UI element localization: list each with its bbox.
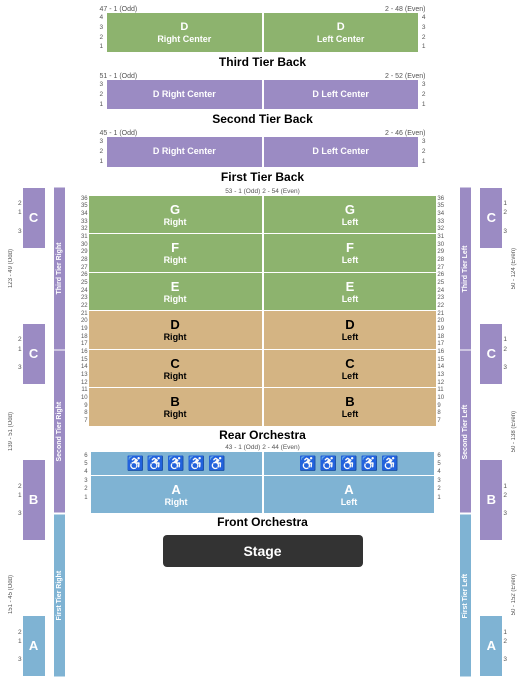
left-section-b[interactable]: B: [23, 460, 45, 540]
third-tier-right-center[interactable]: D Right Center: [107, 13, 261, 52]
center-right-row-nums: 3635343332 3130292827 2625242322 2120191…: [436, 196, 450, 426]
seating-map: 47 - 1 (Odd) 2 - 48 (Even) 4321 D Right …: [0, 0, 525, 680]
left-b-row-nums: 21 3: [18, 482, 22, 518]
third-tier-odd-even: 47 - 1 (Odd) 2 - 48 (Even): [98, 6, 428, 13]
wheelchair-icon-10: ♿: [381, 455, 398, 472]
right-center-label: Right Center: [157, 34, 211, 46]
third-tier-back-label: Third Tier Back: [219, 55, 306, 69]
front-right-row-nums: 654321: [436, 452, 450, 513]
first-tier-d-right-center[interactable]: D Right Center: [107, 137, 261, 166]
section-e-left[interactable]: ELeft: [264, 273, 437, 311]
wheelchair-icon-7: ♿: [320, 455, 337, 472]
section-a-left[interactable]: ALeft: [264, 476, 435, 513]
second-tier-right-label: Second Tier Right: [54, 351, 65, 513]
front-orchestra-label: Front Orchestra: [217, 515, 308, 529]
first-tier-back-label: First Tier Back: [221, 170, 304, 184]
second-tier-left-label: Second Tier Left: [460, 351, 471, 513]
far-left-labels: 123 - 49 (Odd) 139 - 51 (Odd) 151 - 45 (…: [4, 188, 18, 677]
section-c-left[interactable]: CLeft: [264, 350, 437, 388]
first-tier-d-left-center[interactable]: D Left Center: [264, 137, 418, 166]
center-odd-label: 53 - 1 (Odd): [225, 188, 260, 195]
far-right-labels: 50 - 124 (Even) 50 - 138 (Even) 50 - 152…: [507, 188, 521, 677]
third-tier-left-label: Third Tier Left: [460, 188, 471, 350]
third-tier-right-row-nums: 4321: [420, 13, 428, 52]
wheelchair-icon-6: ♿: [299, 455, 316, 472]
left-a-row-nums: 21 3: [18, 628, 22, 664]
third-even-label: 2 - 48 (Even): [385, 6, 425, 13]
second-tier-d-left-center[interactable]: D Left Center: [264, 80, 418, 109]
first-tier-odd-even: 45 - 1 (Odd) 2 - 46 (Even): [98, 130, 428, 137]
stage-label: Stage: [243, 543, 281, 559]
first-tier-left-row-nums: 321: [98, 137, 106, 166]
right-section-c-top[interactable]: C: [480, 188, 502, 248]
section-e-right[interactable]: ERight: [89, 273, 262, 311]
section-d-right[interactable]: DRight: [89, 311, 262, 349]
second-left-center-label: D Left Center: [312, 89, 369, 101]
left-center-label: Left Center: [317, 34, 365, 46]
section-g-right[interactable]: GRight: [89, 196, 262, 234]
wheelchair-icon-9: ♿: [361, 455, 378, 472]
left-section-c-top[interactable]: C: [23, 188, 45, 248]
third-tier-left-row-nums: 4321: [98, 13, 106, 52]
third-tier-right-label: Third Tier Right: [54, 188, 65, 350]
wheelchair-icon-4: ♿: [188, 455, 205, 472]
rear-even-label: 2 - 44 (Even): [262, 444, 300, 451]
wheelchair-icon-2: ♿: [147, 455, 164, 472]
wheelchair-row-left: ♿ ♿ ♿ ♿ ♿: [91, 452, 262, 475]
second-tier-right-row-nums: 321: [420, 80, 428, 109]
first-tier-right-row-nums: 321: [420, 137, 428, 166]
second-tier-left-row-nums: 321: [98, 80, 106, 109]
second-odd-label: 51 - 1 (Odd): [100, 73, 138, 80]
right-section-a[interactable]: A: [480, 616, 502, 676]
section-d-left[interactable]: DLeft: [264, 311, 437, 349]
first-tier-right-label: First Tier Right: [54, 515, 65, 677]
first-odd-label: 45 - 1 (Odd): [100, 130, 138, 137]
wheelchair-icon-1: ♿: [126, 455, 143, 472]
section-c-right[interactable]: CRight: [89, 350, 262, 388]
third-tier-left-center[interactable]: D Left Center: [264, 13, 418, 52]
left-c2-row-nums: 21 3: [18, 335, 22, 371]
second-tier-d-right-center[interactable]: D Right Center: [107, 80, 261, 109]
section-f-right[interactable]: FRight: [89, 234, 262, 272]
left-c-row-nums: 21 3: [18, 199, 22, 235]
rear-orchestra-label: Rear Orchestra: [219, 428, 306, 442]
right-section-c-bottom[interactable]: C: [480, 324, 502, 384]
second-tier-back-label: Second Tier Back: [212, 112, 313, 126]
second-right-center-label: D Right Center: [153, 89, 216, 101]
section-b-left[interactable]: BLeft: [264, 388, 437, 426]
wheelchair-icon-8: ♿: [340, 455, 357, 472]
front-left-row-nums: 654321: [75, 452, 89, 513]
first-tier-left-label: First Tier Left: [460, 515, 471, 677]
left-section-a[interactable]: A: [23, 616, 45, 676]
stage-box: Stage: [163, 535, 363, 567]
center-even-label: 2 - 54 (Even): [262, 188, 300, 195]
third-odd-label: 47 - 1 (Odd): [100, 6, 138, 13]
first-left-center-label: D Left Center: [312, 146, 369, 158]
section-g-left[interactable]: GLeft: [264, 196, 437, 234]
first-even-label: 2 - 46 (Even): [385, 130, 425, 137]
section-b-right[interactable]: BRight: [89, 388, 262, 426]
wheelchair-row-right: ♿ ♿ ♿ ♿ ♿: [264, 452, 435, 475]
wheelchair-icon-3: ♿: [167, 455, 184, 472]
left-section-c-bottom[interactable]: C: [23, 324, 45, 384]
rear-odd-label: 43 - 1 (Odd): [225, 444, 260, 451]
wheelchair-icon-5: ♿: [208, 455, 225, 472]
second-even-label: 2 - 52 (Even): [385, 73, 425, 80]
first-right-center-label: D Right Center: [153, 146, 216, 158]
section-a-right[interactable]: ARight: [91, 476, 262, 513]
right-section-b[interactable]: B: [480, 460, 502, 540]
section-f-left[interactable]: FLeft: [264, 234, 437, 272]
center-left-row-nums: 3635343332 3130292827 2625242322 2120191…: [75, 196, 89, 426]
second-tier-odd-even: 51 - 1 (Odd) 2 - 52 (Even): [98, 73, 428, 80]
